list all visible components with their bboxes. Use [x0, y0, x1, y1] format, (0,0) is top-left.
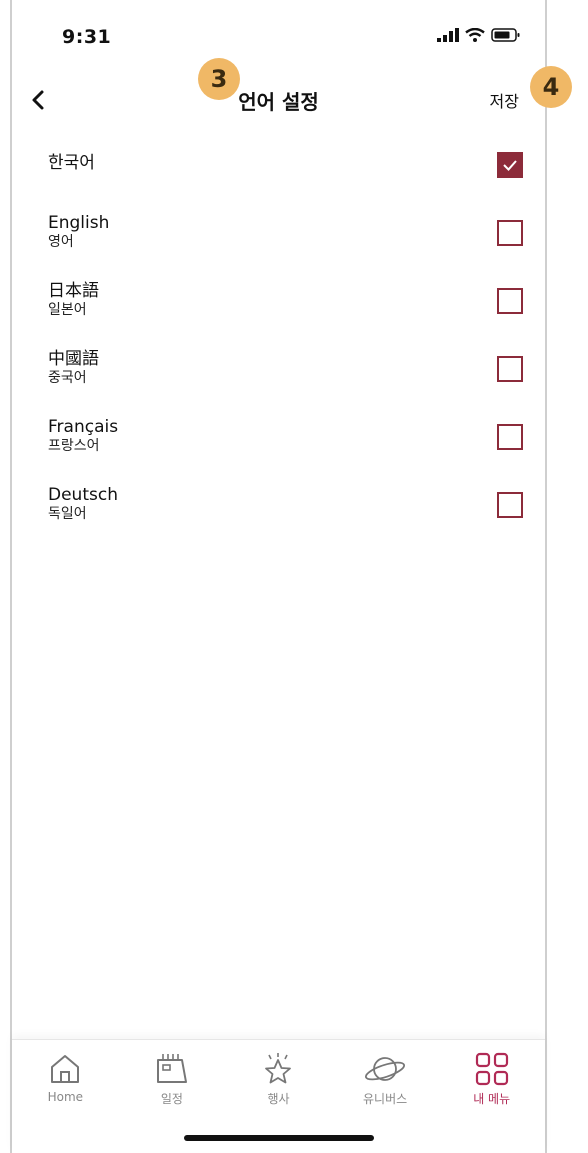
battery-icon: [491, 28, 520, 42]
tab-label: 유니버스: [362, 1092, 408, 1106]
language-checkbox[interactable]: [497, 424, 523, 450]
language-subname: 영어: [48, 234, 74, 250]
checkmark-icon: [503, 160, 517, 171]
tab-label: 일정: [160, 1092, 183, 1106]
home-icon: [51, 1055, 80, 1083]
save-button[interactable]: 저장: [490, 88, 519, 112]
tab-events[interactable]: 행사: [226, 1052, 330, 1107]
language-item-french[interactable]: Français 프랑스어: [12, 412, 545, 480]
page-title: 언어 설정: [238, 90, 319, 114]
language-name: 한국어: [48, 153, 95, 173]
language-name: 日本語: [48, 281, 99, 301]
language-names: Français 프랑스어: [48, 416, 118, 454]
star-icon: [265, 1053, 292, 1084]
language-checkbox[interactable]: [497, 492, 523, 518]
language-list: 한국어 English 영어 日本語 일본어 中國語 중국어 Français …: [12, 140, 545, 548]
tab-label: 행사: [267, 1092, 290, 1106]
bottom-tab-bar: Home 일정 행사 유니버스 내 메뉴: [12, 1039, 545, 1153]
grid-icon: [475, 1052, 508, 1086]
calendar-icon: [156, 1054, 187, 1083]
language-subname: 중국어: [48, 370, 87, 386]
step-badge-4: 4: [530, 66, 572, 108]
language-name: English: [48, 213, 110, 233]
tab-home[interactable]: Home: [13, 1052, 117, 1107]
language-checkbox[interactable]: [497, 356, 523, 382]
tab-schedule[interactable]: 일정: [120, 1052, 224, 1107]
language-item-german[interactable]: Deutsch 독일어: [12, 480, 545, 548]
language-subname: 프랑스어: [48, 438, 100, 454]
tab-label: Home: [47, 1090, 84, 1104]
status-icons: [437, 28, 521, 42]
language-names: Deutsch 독일어: [48, 484, 118, 522]
language-name: 中國語: [48, 349, 99, 369]
language-subname: 일본어: [48, 302, 87, 318]
language-item-japanese[interactable]: 日本語 일본어: [12, 276, 545, 344]
language-name: Français: [48, 417, 119, 437]
language-subname: 독일어: [48, 506, 87, 522]
language-item-chinese[interactable]: 中國語 중국어: [12, 344, 545, 412]
language-checkbox[interactable]: [497, 220, 523, 246]
language-checkbox-checked[interactable]: [497, 152, 523, 178]
tab-my-menu[interactable]: 내 메뉴: [440, 1052, 544, 1107]
language-checkbox[interactable]: [497, 288, 523, 314]
status-bar: 9:31: [12, 0, 545, 70]
language-names: English 영어: [48, 212, 109, 250]
home-indicator[interactable]: [183, 1135, 374, 1141]
tab-label: 내 메뉴: [473, 1092, 511, 1106]
language-names: 中國語 중국어: [48, 348, 99, 386]
nav-header: 언어 설정 저장: [12, 76, 545, 124]
phone-screen: 9:31 언어 설정 저장 3 4 한국어 English 영어 日本語 일본어…: [10, 0, 572, 1153]
wifi-icon: [465, 28, 485, 42]
language-item-korean[interactable]: 한국어: [12, 140, 545, 208]
status-time: 9:31: [62, 26, 112, 48]
language-name: Deutsch: [48, 485, 118, 505]
language-names: 日本語 일본어: [48, 280, 99, 318]
step-badge-3: 3: [198, 58, 240, 100]
language-item-english[interactable]: English 영어: [12, 208, 545, 276]
planet-icon: [365, 1057, 406, 1081]
signal-icon: [437, 28, 459, 42]
language-names: 한국어: [48, 152, 95, 174]
tab-universe[interactable]: 유니버스: [333, 1052, 437, 1107]
